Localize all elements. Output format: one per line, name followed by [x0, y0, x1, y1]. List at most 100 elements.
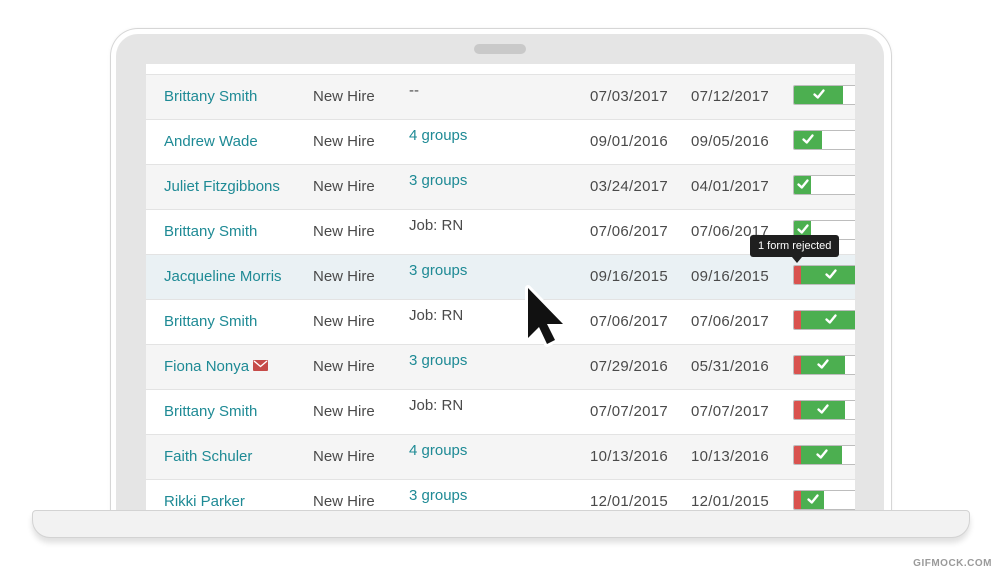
- rejected-segment: [794, 311, 801, 329]
- rejected-segment: [794, 356, 801, 374]
- hire-type: New Hire: [313, 88, 375, 105]
- employee-name[interactable]: Brittany Smith: [164, 88, 257, 105]
- table-row[interactable]: Fiona Nonya New Hire 3 groups 07/29/2016 05/…: [146, 345, 855, 390]
- employee-name-link[interactable]: Brittany Smith: [164, 300, 257, 344]
- employee-name-link[interactable]: Faith Schuler: [164, 435, 252, 479]
- table-row[interactable]: Brittany Smith New Hire Job: RN 07/07/2017 0…: [146, 390, 855, 435]
- hire-type: New Hire: [313, 313, 375, 330]
- check-icon: [806, 494, 819, 504]
- due-date: 07/07/2017: [691, 403, 770, 420]
- hire-type: New Hire: [313, 448, 375, 465]
- check-icon: [817, 404, 829, 414]
- check-icon: [796, 179, 809, 189]
- start-date: 07/06/2017: [590, 223, 669, 240]
- start-date: 10/13/2016: [590, 448, 669, 465]
- start-date: 03/24/2017: [590, 178, 669, 195]
- table-row[interactable]: Juliet Fitzgibbons New Hire 3 groups 03/24/…: [146, 165, 855, 210]
- webcam: [474, 44, 526, 54]
- due-date: 09/16/2015: [691, 268, 770, 285]
- employee-name-link[interactable]: Juliet Fitzgibbons: [164, 165, 280, 209]
- laptop-base: [32, 510, 970, 538]
- progress-bar[interactable]: [793, 85, 855, 105]
- check-icon: [824, 314, 837, 324]
- hire-type: New Hire: [313, 178, 375, 195]
- start-date: 07/06/2017: [590, 313, 669, 330]
- start-date: 07/07/2017: [590, 403, 669, 420]
- rejected-segment: [794, 446, 801, 464]
- hire-type: New Hire: [313, 358, 375, 375]
- groups-link[interactable]: 3 groups: [409, 249, 467, 293]
- start-date: 07/03/2017: [590, 88, 669, 105]
- rejected-segment: [794, 491, 801, 509]
- hire-type: New Hire: [313, 268, 375, 285]
- employee-name[interactable]: Andrew Wade: [164, 133, 258, 150]
- progress-bar[interactable]: [793, 310, 855, 330]
- table-row[interactable]: Jacqueline Morris New Hire 3 groups 09/16/2…: [146, 255, 855, 300]
- start-date: 09/01/2016: [590, 133, 669, 150]
- employee-name[interactable]: Juliet Fitzgibbons: [164, 178, 280, 195]
- onboarding-table: Brittany Smith New Hire -- 07/03/2017 07/12/…: [146, 75, 855, 514]
- due-date: 04/01/2017: [691, 178, 770, 195]
- groups-link[interactable]: 3 groups: [409, 339, 467, 383]
- progress-bar[interactable]: [793, 265, 855, 285]
- rejected-tooltip: 1 form rejected: [750, 235, 840, 257]
- groups-text: Job: RN: [409, 217, 464, 234]
- employee-name[interactable]: Brittany Smith: [164, 403, 257, 420]
- check-icon: [802, 134, 814, 144]
- table-row[interactable]: Faith Schuler New Hire 4 groups 10/13/2016 1…: [146, 435, 855, 480]
- employee-name[interactable]: Rikki Parker: [164, 493, 245, 510]
- employee-name[interactable]: Fiona Nonya: [164, 358, 249, 375]
- table-row[interactable]: Brittany Smith New Hire Job: RN 07/06/2017 0…: [146, 210, 855, 255]
- due-date: 09/05/2016: [691, 133, 770, 150]
- check-icon: [824, 269, 837, 279]
- due-date: 07/12/2017: [691, 88, 770, 105]
- progress-bar[interactable]: [793, 445, 855, 465]
- screen: Brittany Smith New Hire -- 07/03/2017 07/12/…: [146, 64, 855, 514]
- employee-name[interactable]: Brittany Smith: [164, 313, 257, 330]
- groups-link[interactable]: 3 groups: [409, 474, 467, 514]
- hire-type: New Hire: [313, 223, 375, 240]
- check-icon: [817, 359, 829, 369]
- groups-link[interactable]: 4 groups: [409, 114, 467, 158]
- mail-icon[interactable]: [253, 360, 269, 372]
- groups-text: --: [409, 82, 419, 99]
- progress-bar[interactable]: [793, 490, 855, 510]
- groups-link[interactable]: 4 groups: [409, 429, 467, 473]
- hire-type: New Hire: [313, 133, 375, 150]
- employee-name-link[interactable]: Fiona Nonya: [164, 345, 269, 389]
- due-date: 12/01/2015: [691, 493, 770, 510]
- employee-name-link[interactable]: Jacqueline Morris: [164, 255, 282, 299]
- groups-text: Job: RN: [409, 397, 464, 414]
- start-date: 07/29/2016: [590, 358, 669, 375]
- progress-bar[interactable]: [793, 175, 855, 195]
- hire-type: New Hire: [313, 493, 375, 510]
- employee-name-link[interactable]: Andrew Wade: [164, 120, 258, 164]
- table-row[interactable]: Rikki Parker New Hire 3 groups 12/01/2015 12…: [146, 480, 855, 514]
- tooltip-arrow: [792, 257, 802, 263]
- employee-name-link[interactable]: Brittany Smith: [164, 75, 257, 119]
- rejected-segment: [794, 401, 801, 419]
- employee-name[interactable]: Jacqueline Morris: [164, 268, 282, 285]
- start-date: 09/16/2015: [590, 268, 669, 285]
- table-row[interactable]: Brittany Smith New Hire -- 07/03/2017 07/12/…: [146, 75, 855, 120]
- employee-name-link[interactable]: Rikki Parker: [164, 480, 245, 514]
- table-row[interactable]: Brittany Smith New Hire Job: RN 07/06/2017 0…: [146, 300, 855, 345]
- watermark: GIFMOCK.COM: [913, 558, 992, 569]
- table-row[interactable]: Andrew Wade New Hire 4 groups 09/01/2016 09/…: [146, 120, 855, 165]
- progress-bar[interactable]: [793, 355, 855, 375]
- due-date: 07/06/2017: [691, 313, 770, 330]
- check-icon: [796, 224, 809, 234]
- progress-bar[interactable]: [793, 130, 855, 150]
- progress-bar[interactable]: [793, 400, 855, 420]
- rejected-segment: [794, 266, 801, 284]
- check-icon: [812, 89, 825, 99]
- due-date: 05/31/2016: [691, 358, 770, 375]
- groups-link[interactable]: 3 groups: [409, 159, 467, 203]
- check-icon: [815, 449, 828, 459]
- groups-text: Job: RN: [409, 307, 464, 324]
- employee-name-link[interactable]: Brittany Smith: [164, 210, 257, 254]
- employee-name[interactable]: Faith Schuler: [164, 448, 252, 465]
- table-top-edge: [146, 64, 855, 75]
- employee-name-link[interactable]: Brittany Smith: [164, 390, 257, 434]
- employee-name[interactable]: Brittany Smith: [164, 223, 257, 240]
